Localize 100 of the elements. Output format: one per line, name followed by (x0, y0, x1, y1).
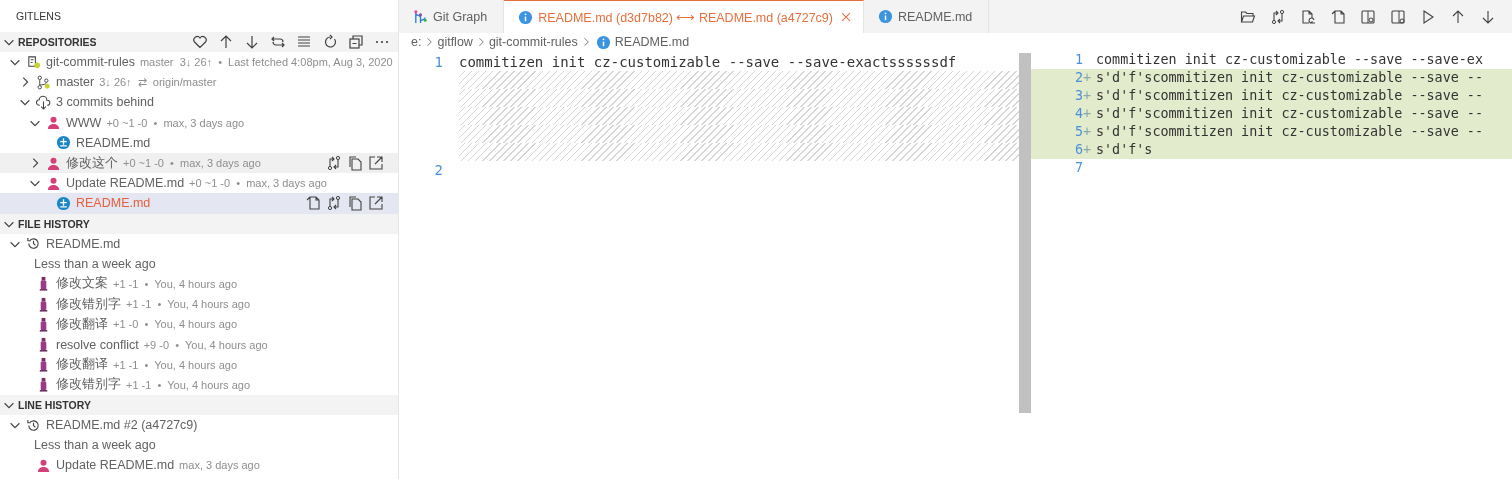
tree-row[interactable]: Update README.md +0 ~1 -0 • max, 3 days ago (0, 173, 398, 194)
copy-icon[interactable] (347, 155, 363, 172)
line-number: 2 (1073, 69, 1083, 87)
open-external-icon[interactable] (368, 195, 384, 212)
code-line: commitizen init cz-customizable --save --save-exactssssssdf (459, 53, 957, 71)
code-line: commitizen init cz-customizable --save --save-ex (1096, 51, 1483, 69)
compare-icon[interactable] (326, 155, 342, 172)
row-label: README.md (46, 236, 121, 251)
cloud-download-icon (36, 94, 51, 110)
added-marker: + (1083, 142, 1092, 157)
section-header[interactable]: REPOSITORIES (0, 32, 398, 52)
row-label: WWW (66, 115, 102, 130)
row-label: Less than a week ago (34, 256, 156, 271)
arrow-up-icon[interactable] (218, 34, 234, 50)
sync-icon[interactable] (270, 34, 286, 50)
collapse-all-icon[interactable] (348, 34, 364, 50)
copy-icon[interactable] (347, 195, 363, 212)
compare-icon[interactable] (326, 195, 342, 212)
row-label: 修改错别字 (56, 295, 121, 313)
tree-row[interactable]: WWW +0 ~1 -0 • max, 3 days ago (0, 112, 398, 133)
row-description: +0 ~1 -0 • max, 3 days ago (189, 177, 327, 190)
tree-row[interactable]: README.md (0, 132, 398, 153)
row-description: +1 -1 • You, 4 hours ago (113, 277, 238, 290)
file-added-icon (56, 135, 71, 151)
tree-row[interactable]: Update README.md max, 3 days ago (0, 455, 398, 476)
row-label: README.md (76, 196, 151, 211)
row-label: Update README.md (66, 176, 185, 191)
info-icon (595, 34, 611, 50)
repository-icon (26, 54, 41, 70)
row-description: +0 ~1 -0 • max, 3 days ago (106, 116, 245, 129)
history-icon (26, 236, 41, 252)
tree-row[interactable]: resolve conflict +9 -0 • You, 4 hours ago (0, 334, 398, 355)
row-label: 修改文案 (56, 275, 108, 293)
tree-row[interactable]: 修改翻译 +1 -1 • You, 4 hours ago (0, 354, 398, 375)
breadcrumb-item[interactable]: README.md (614, 35, 690, 49)
tree-row[interactable]: 修改翻译 +1 -0 • You, 4 hours ago (0, 314, 398, 335)
breadcrumb-item[interactable]: gitflow (437, 35, 473, 49)
file-revert-icon[interactable] (1300, 8, 1316, 25)
tree-row[interactable]: 修改错别字 +1 -1 • You, 4 hours ago (0, 374, 398, 395)
tree-row[interactable]: 修改这个 +0 ~1 -0 • max, 3 days ago (0, 152, 398, 174)
open-external-icon[interactable] (368, 155, 384, 172)
compare-file-icon[interactable] (305, 195, 321, 212)
info-icon (878, 9, 893, 24)
line-number: 6 (1073, 141, 1083, 159)
section-header[interactable]: LINE HISTORY (0, 395, 398, 415)
list-icon[interactable] (296, 34, 312, 50)
arrow-down-icon[interactable] (244, 34, 260, 50)
row-description: +0 ~1 -0 • max, 3 days ago (123, 157, 261, 170)
code-line: s'd'f's (1096, 141, 1153, 159)
row-label: README.md #2 (a4727c9) (46, 418, 198, 433)
heart-icon[interactable] (192, 34, 208, 50)
code-line: s'd'f'scommitizen init cz-customizable --save -- (1096, 69, 1483, 87)
line-number: 2 (433, 161, 443, 179)
tree-row[interactable]: 3 commits behind (0, 92, 398, 113)
line-number: 5 (1073, 123, 1083, 141)
folder-icon[interactable] (1240, 8, 1256, 25)
avatar-icon (46, 115, 61, 131)
arrow-up-icon[interactable] (1450, 8, 1466, 25)
row-description: master 3↓ 26↑ • Last fetched 4:08pm, Aug 3, 2020 (139, 56, 393, 69)
line-number: 1 (1073, 51, 1083, 69)
code-line: s'd'f'scommitizen init cz-customizable --save -- (1096, 87, 1483, 105)
added-marker: + (1083, 70, 1092, 85)
info-icon (518, 9, 534, 25)
row-label: 3 commits behind (56, 95, 154, 110)
added-marker: + (1083, 106, 1092, 121)
row-description: +1 -0 • You, 4 hours ago (113, 318, 238, 331)
section-header[interactable]: FILE HISTORY (0, 213, 398, 234)
arrow-down-icon[interactable] (1480, 8, 1496, 25)
tree-row[interactable]: README.md (0, 233, 398, 254)
compare-file-icon[interactable] (1330, 8, 1346, 25)
close-icon[interactable] (839, 10, 853, 24)
tree-row[interactable]: 修改错别字 +1 -1 • You, 4 hours ago (0, 294, 398, 315)
tree-row[interactable]: README.md #2 (a4727c9) (0, 415, 398, 436)
row-label: Less than a week ago (34, 438, 156, 453)
avatar-icon (46, 155, 61, 171)
tree-row[interactable]: 修改文案 +1 -1 • You, 4 hours ago (0, 273, 398, 295)
tree-row[interactable]: Less than a week ago (0, 253, 398, 274)
row-label: 修改翻译 (56, 315, 108, 333)
breadcrumb-item[interactable]: git-commit-rules (488, 35, 578, 49)
split-right-icon[interactable] (1390, 8, 1406, 25)
breadcrumb-item[interactable]: e: (411, 35, 422, 49)
compare-icon[interactable] (1270, 8, 1286, 25)
row-label: master (56, 75, 95, 90)
row-description: 3↓ 26↑ ⇄ origin/master (99, 75, 217, 89)
scrollbar[interactable] (1019, 53, 1031, 413)
editor-tab[interactable]: README.md (864, 0, 990, 33)
tree-row[interactable]: Less than a week ago (0, 435, 398, 456)
avatar-icon (46, 175, 61, 191)
row-description: +1 -1 • You, 4 hours ago (113, 358, 238, 371)
tree-row[interactable]: git-commit-rules master 3↓ 26↑ • Last fetched 4:08pm, Aug 3, 2020 (0, 52, 398, 73)
tree-row[interactable]: master 3↓ 26↑ ⇄ origin/master (0, 72, 398, 93)
play-icon[interactable] (1420, 8, 1436, 25)
row-label: README.md (76, 135, 151, 150)
line-number: 4 (1073, 105, 1083, 123)
branch-icon (36, 74, 51, 90)
added-marker: + (1083, 124, 1092, 139)
code-line: s'd'f'scommitizen init cz-customizable --save -- (1096, 123, 1483, 141)
row-label: resolve conflict (56, 337, 139, 352)
split-left-icon[interactable] (1360, 8, 1376, 25)
refresh-icon[interactable] (322, 34, 338, 50)
